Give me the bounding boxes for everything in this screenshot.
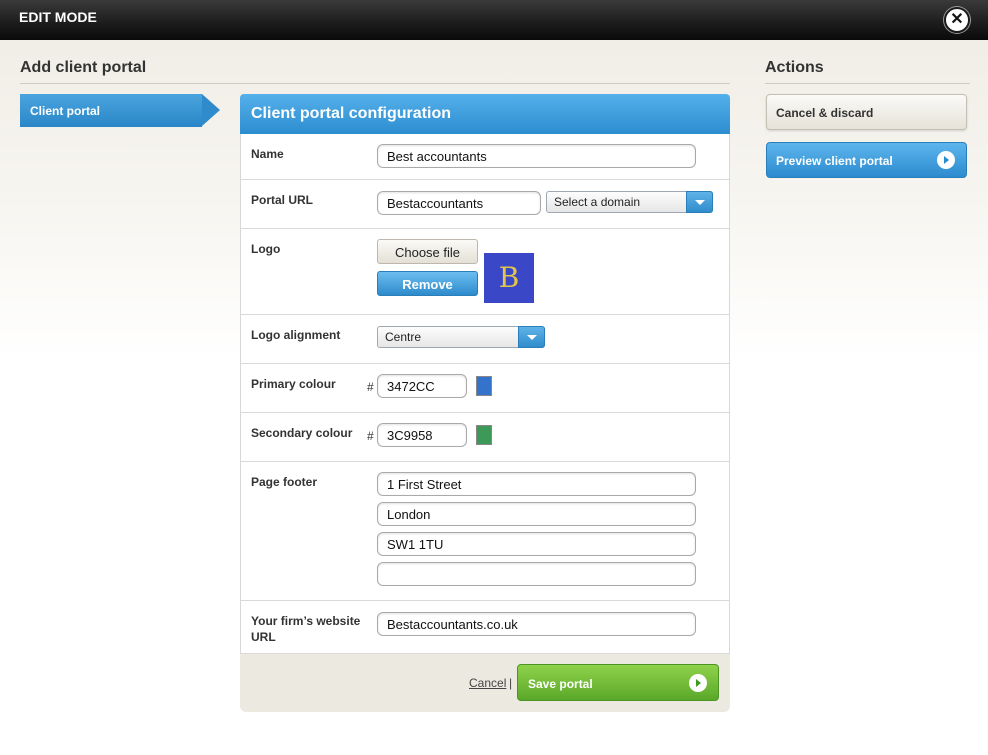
sidebar-item-client-portal[interactable]: Client portal (20, 94, 220, 127)
logo-label: Logo (251, 242, 281, 256)
logo-alignment-value: Centre (385, 330, 422, 344)
remove-logo-button[interactable]: Remove (377, 271, 478, 296)
save-portal-button[interactable]: Save portal (517, 664, 719, 701)
page-footer-row: Page footer (241, 462, 729, 601)
logo-alignment-label: Logo alignment (251, 328, 341, 342)
divider (20, 83, 730, 84)
logo-alignment-row: Logo alignment Centre (241, 315, 729, 364)
website-label: Your firm’s website URL (251, 614, 361, 644)
choose-file-button[interactable]: Choose file (377, 239, 478, 264)
panel-title: Client portal configuration (240, 94, 730, 134)
footer-line-4[interactable] (377, 562, 696, 586)
logo-row: Logo Choose file Remove B (241, 229, 729, 315)
separator: | (509, 676, 513, 690)
config-form: Name Portal URL Select a domain Logo Cho… (240, 134, 730, 654)
hash-label: # (367, 380, 374, 394)
name-label: Name (251, 147, 284, 161)
hash-label: # (367, 429, 374, 443)
domain-select-value: Select a domain (554, 195, 641, 209)
config-panel: Client portal configuration Name Portal … (240, 94, 730, 712)
secondary-colour-label: Secondary colour (251, 426, 353, 440)
primary-colour-label: Primary colour (251, 377, 336, 391)
footer-line-1[interactable] (377, 472, 696, 496)
primary-colour-swatch[interactable] (476, 376, 492, 396)
primary-colour-input[interactable] (377, 374, 467, 398)
portal-url-label: Portal URL (251, 193, 314, 207)
logo-alignment-select[interactable]: Centre (377, 326, 545, 348)
preview-portal-button[interactable]: Preview client portal (766, 142, 967, 178)
chevron-down-icon (518, 326, 545, 348)
close-icon: ✕ (950, 11, 964, 28)
page-title: Add client portal (20, 59, 147, 76)
save-portal-label: Save portal (528, 677, 593, 691)
arrow-right-icon (937, 151, 955, 169)
top-bar: EDIT MODE ✕ (0, 0, 988, 40)
footer-line-2[interactable] (377, 502, 696, 526)
actions-title: Actions (765, 59, 824, 76)
secondary-colour-input[interactable] (377, 423, 467, 447)
name-input[interactable] (377, 144, 696, 168)
logo-preview: B (484, 253, 534, 303)
cancel-discard-button[interactable]: Cancel & discard (766, 94, 967, 130)
sidebar-item-label: Client portal (30, 104, 101, 118)
secondary-colour-row: Secondary colour # (241, 413, 729, 462)
domain-select[interactable]: Select a domain (546, 191, 713, 213)
footer-line-3[interactable] (377, 532, 696, 556)
close-button[interactable]: ✕ (944, 7, 970, 33)
portal-url-row: Portal URL Select a domain (241, 180, 729, 229)
chevron-down-icon (686, 191, 713, 213)
tab-arrow-icon (202, 94, 220, 126)
page-footer-label: Page footer (251, 475, 318, 489)
form-actions: Cancel | Save portal (240, 664, 730, 712)
cancel-link[interactable]: Cancel (469, 676, 506, 690)
website-row: Your firm’s website URL (241, 601, 729, 654)
mode-title: EDIT MODE (19, 9, 97, 25)
secondary-colour-swatch[interactable] (476, 425, 492, 445)
arrow-right-icon (689, 674, 707, 692)
portal-url-input[interactable] (377, 191, 541, 215)
primary-colour-row: Primary colour # (241, 364, 729, 413)
divider (765, 83, 970, 84)
website-input[interactable] (377, 612, 696, 636)
preview-portal-label: Preview client portal (776, 154, 893, 168)
name-row: Name (241, 134, 729, 180)
